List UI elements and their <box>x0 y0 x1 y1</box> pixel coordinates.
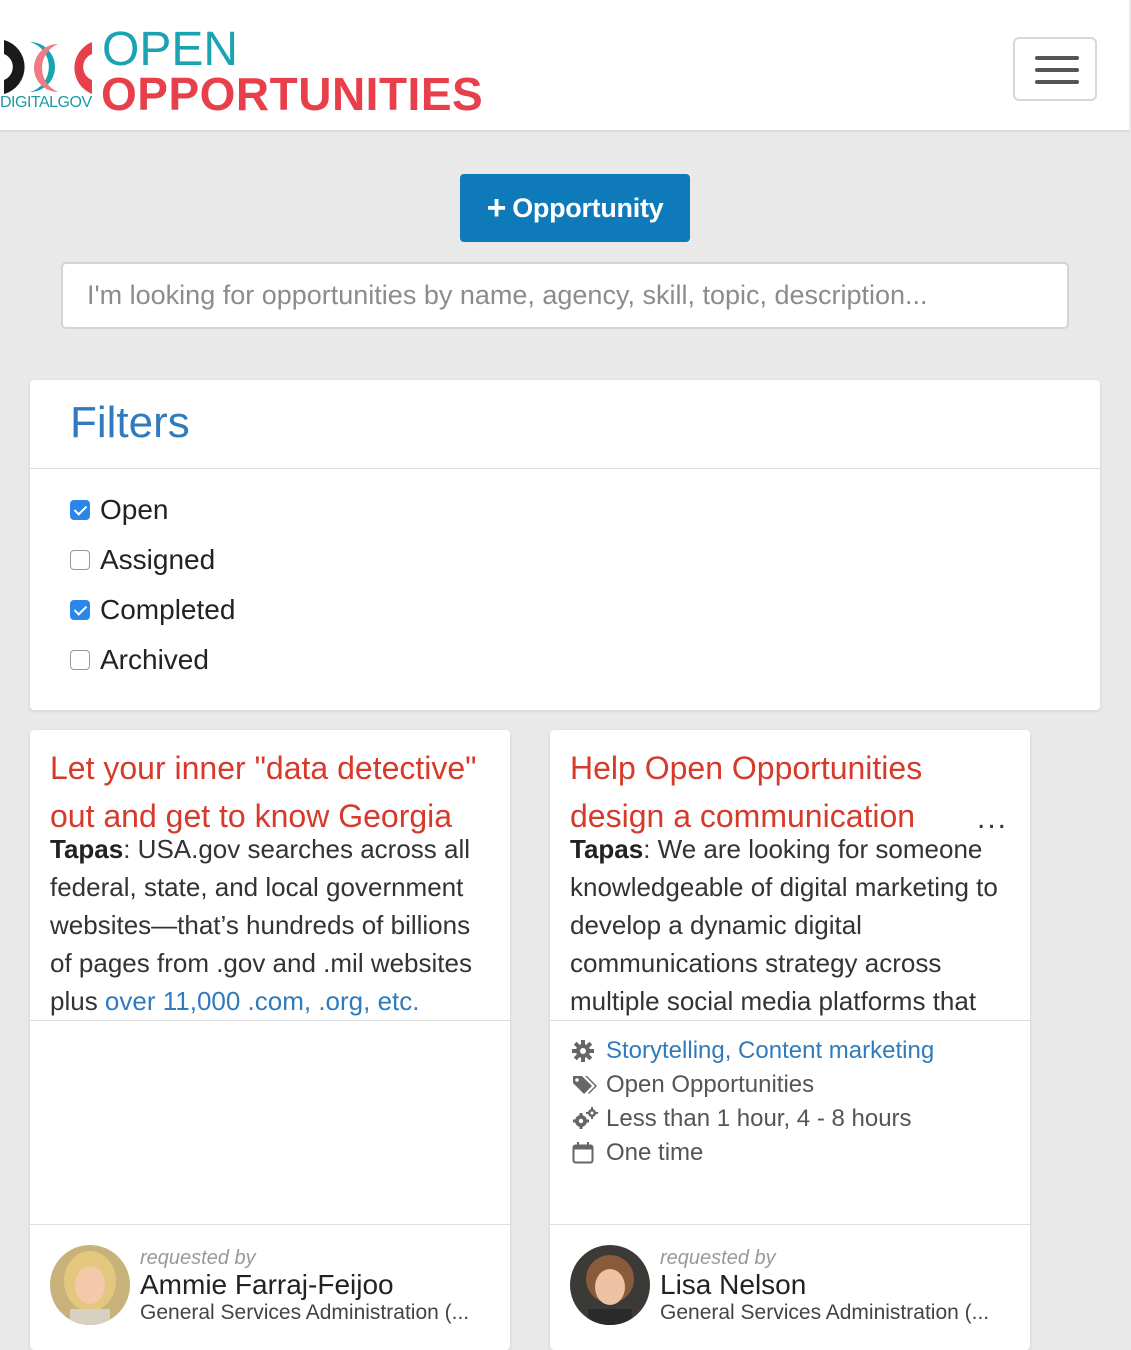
opportunity-meta: Storytelling, Content marketing Open Opp… <box>572 1034 934 1170</box>
desc-link[interactable]: over 11,000 .com, .org, etc. <box>105 986 420 1016</box>
frequency-row: One time <box>572 1136 934 1170</box>
filter-completed[interactable]: Completed <box>70 590 235 630</box>
opportunity-title[interactable]: Let your inner "data detective" out and … <box>50 744 490 840</box>
logo-digitalgov-text: DIGITALGOV <box>0 94 92 111</box>
card-divider <box>30 1020 510 1021</box>
topic-row: Open Opportunities <box>572 1068 934 1102</box>
topic-text: Open Opportunities <box>606 1071 815 1098</box>
filters-divider <box>30 468 1100 469</box>
add-opportunity-button[interactable]: + Opportunity <box>460 174 690 242</box>
hamburger-icon <box>1035 80 1079 84</box>
gears-icon <box>572 1107 606 1131</box>
plus-icon: + <box>486 189 507 227</box>
tags-icon <box>572 1074 606 1096</box>
filter-completed-checkbox[interactable] <box>70 600 90 620</box>
frequency-text: One time <box>606 1139 704 1166</box>
filter-open-checkbox[interactable] <box>70 500 90 520</box>
desc-prefix: Tapas <box>50 834 124 864</box>
add-opportunity-label: Opportunity <box>512 192 664 223</box>
filters-panel: Filters Open Assigned Completed Archived <box>30 380 1100 710</box>
card-divider <box>550 1224 1030 1225</box>
hamburger-icon <box>1035 56 1079 60</box>
opportunity-card[interactable]: Help Open Opportunities design a communi… <box>550 730 1030 1350</box>
skills-row: Storytelling, Content marketing <box>572 1034 934 1068</box>
skills-link[interactable]: Storytelling, Content marketing <box>606 1037 934 1065</box>
avatar-photo-icon <box>570 1245 650 1325</box>
avatar-photo-icon <box>50 1245 130 1325</box>
filter-open-label: Open <box>100 494 169 525</box>
search-input[interactable] <box>61 262 1069 329</box>
logo-open-text: OPEN <box>102 23 239 76</box>
gear-icon <box>572 1040 606 1062</box>
filters-title: Filters <box>70 398 190 447</box>
avatar[interactable] <box>570 1245 650 1325</box>
opportunity-card[interactable]: Let your inner "data detective" out and … <box>30 730 510 1350</box>
requested-by-label: requested by <box>140 1247 256 1269</box>
requester-agency: General Services Administration (... <box>140 1301 470 1324</box>
filter-archived[interactable]: Archived <box>70 640 209 680</box>
filter-archived-label: Archived <box>100 644 209 675</box>
opportunity-description: Tapas: We are looking for someone knowle… <box>570 830 1010 1020</box>
avatar[interactable] <box>50 1245 130 1325</box>
requester-agency: General Services Administration (... <box>660 1301 990 1324</box>
desc-prefix: Tapas <box>570 834 644 864</box>
logo-opportunities-text: OPPORTUNITIES <box>101 68 484 120</box>
filter-archived-checkbox[interactable] <box>70 650 90 670</box>
filter-assigned-label: Assigned <box>100 544 216 575</box>
filter-assigned[interactable]: Assigned <box>70 540 215 580</box>
opportunity-description: Tapas: USA.gov searches across all feder… <box>50 830 490 1020</box>
card-divider <box>550 1020 1030 1021</box>
filter-open[interactable]: Open <box>70 490 169 530</box>
time-text: Less than 1 hour, 4 - 8 hours <box>606 1105 912 1132</box>
time-row: Less than 1 hour, 4 - 8 hours <box>572 1102 934 1136</box>
opportunity-title[interactable]: Help Open Opportunities design a communi… <box>570 744 1010 840</box>
hamburger-menu-button[interactable] <box>1013 37 1097 101</box>
open-opportunities-logo[interactable]: DIGITALGOV OPEN OPPORTUNITIES <box>0 23 510 121</box>
filter-completed-label: Completed <box>100 594 236 625</box>
requester-name[interactable]: Lisa Nelson <box>660 1269 806 1301</box>
top-navbar: DIGITALGOV OPEN OPPORTUNITIES <box>0 0 1129 132</box>
requested-by-label: requested by <box>660 1247 776 1269</box>
hamburger-icon <box>1035 68 1079 72</box>
card-divider <box>30 1224 510 1225</box>
filter-assigned-checkbox[interactable] <box>70 550 90 570</box>
requester-name[interactable]: Ammie Farraj-Feijoo <box>140 1269 394 1301</box>
calendar-icon <box>572 1142 606 1164</box>
digitalgov-logo-mark-icon <box>4 40 92 94</box>
